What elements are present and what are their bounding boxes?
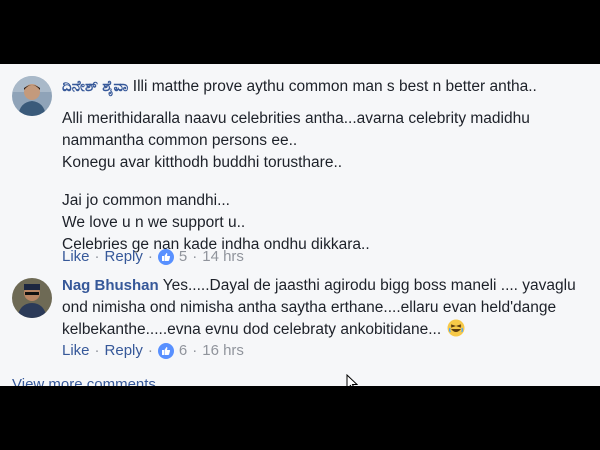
comment-line	[62, 174, 590, 190]
separator: ·	[147, 342, 153, 359]
reaction-count[interactable]: 5	[179, 248, 187, 265]
comment-text: Yes.....Dayal de jaasthi agirodu bigg bo…	[162, 277, 576, 294]
timestamp[interactable]: 14 hrs	[202, 248, 244, 265]
comment-line: Alli merithidaralla naavu celebrities an…	[62, 110, 530, 127]
comment-body: Nag Bhushan Yes.....Dayal de jaasthi agi…	[62, 275, 590, 341]
comment-line: kelbekanthe.....evna evnu dod celebraty …	[62, 319, 590, 341]
view-more-comments-link[interactable]: View more comments	[12, 376, 156, 386]
screenshot-frame: ದಿನೇಶ್ ಶೈವಾ Illi matthe prove aythu comm…	[0, 0, 600, 450]
comment-text: Illi matthe prove aythu common man s bes…	[132, 78, 537, 95]
comment-body: Alli merithidaralla naavu celebrities an…	[62, 108, 590, 256]
comment-line: nammantha common persons ee..	[62, 132, 298, 149]
comment-text: kelbekanthe.....evna evnu dod celebraty …	[62, 321, 442, 338]
laughing-emoji-icon	[447, 319, 465, 337]
avatar[interactable]	[12, 76, 52, 116]
separator: ·	[192, 248, 198, 265]
reply-link[interactable]: Reply	[105, 248, 143, 265]
separator: ·	[147, 248, 153, 265]
comment-author[interactable]: ದಿನೇಶ್ ಶೈವಾ	[62, 78, 128, 95]
like-link[interactable]: Like	[62, 248, 90, 265]
like-reaction-icon[interactable]	[157, 342, 174, 359]
comment-line: Jai jo common mandhi...	[62, 192, 230, 209]
comment-author[interactable]: Nag Bhushan	[62, 277, 159, 294]
mouse-cursor-icon	[346, 373, 359, 386]
like-link[interactable]: Like	[62, 342, 90, 359]
timestamp[interactable]: 16 hrs	[202, 342, 244, 359]
comments-panel: ದಿನೇಶ್ ಶೈವಾ Illi matthe prove aythu comm…	[0, 64, 600, 386]
comment-line: ond nimisha ond nimisha antha saytha ert…	[62, 299, 557, 316]
comment-actions: Like · Reply · 5 · 14 hrs	[62, 248, 244, 265]
avatar[interactable]	[12, 278, 52, 318]
comment-line: Nag Bhushan Yes.....Dayal de jaasthi agi…	[62, 275, 590, 297]
reply-link[interactable]: Reply	[105, 342, 143, 359]
comment-line: Konegu avar kitthodh buddhi torusthare..	[62, 154, 343, 171]
comment-actions: Like · Reply · 6 · 16 hrs	[62, 342, 244, 359]
reaction-count[interactable]: 6	[179, 342, 187, 359]
comment-first-line: ದಿನೇಶ್ ಶೈವಾ Illi matthe prove aythu comm…	[62, 78, 537, 96]
separator: ·	[94, 248, 100, 265]
separator: ·	[192, 342, 198, 359]
separator: ·	[94, 342, 100, 359]
like-reaction-icon[interactable]	[157, 248, 174, 265]
comment-line: We love u n we support u..	[62, 214, 246, 231]
